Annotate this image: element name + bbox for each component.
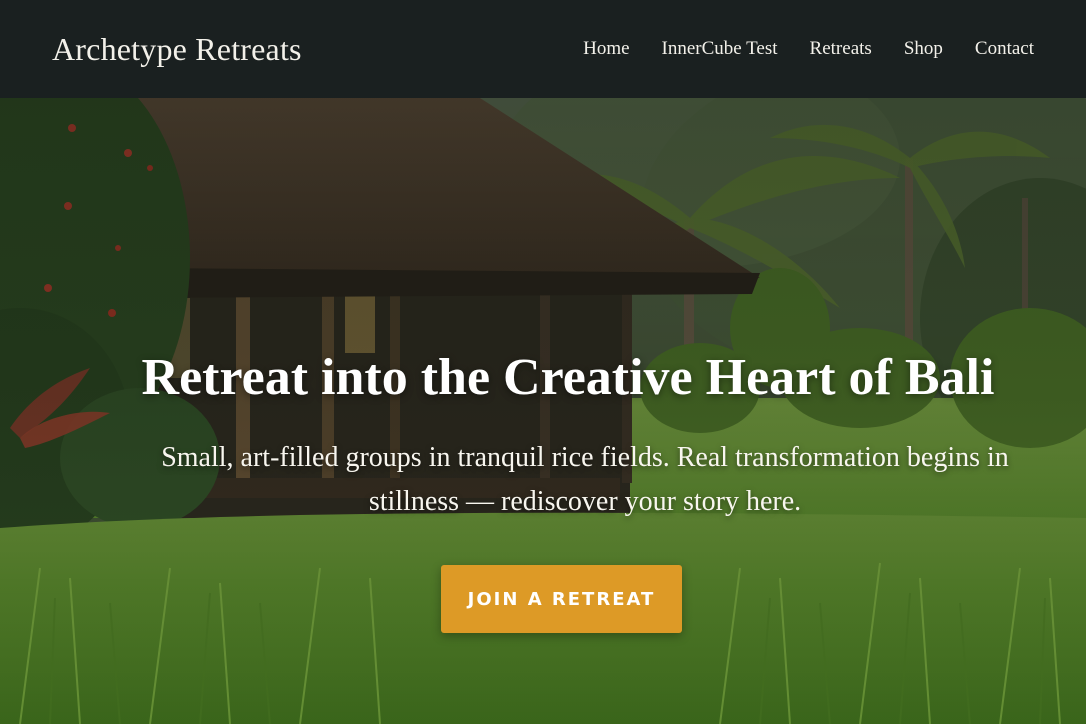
site-logo[interactable]: Archetype Retreats	[52, 31, 302, 68]
main-nav: Home InnerCube Test Retreats Shop Contac…	[551, 38, 1034, 60]
nav-link-retreats[interactable]: Retreats	[810, 38, 872, 60]
hero-content: Retreat into the Creative Heart of Bali …	[0, 98, 1086, 724]
hero-section: Retreat into the Creative Heart of Bali …	[0, 98, 1086, 724]
hero-subtitle: Small, art-filled groups in tranquil ric…	[161, 442, 1009, 517]
nav-link-innercube-test[interactable]: InnerCube Test	[662, 38, 778, 60]
site-header: Archetype Retreats Home InnerCube Test R…	[0, 0, 1086, 98]
nav-link-shop[interactable]: Shop	[904, 38, 943, 60]
nav-link-home[interactable]: Home	[583, 38, 629, 60]
join-retreat-button[interactable]: JOIN A RETREAT	[441, 565, 682, 633]
nav-link-contact[interactable]: Contact	[975, 38, 1034, 60]
hero-title: Retreat into the Creative Heart of Bali	[141, 349, 995, 406]
